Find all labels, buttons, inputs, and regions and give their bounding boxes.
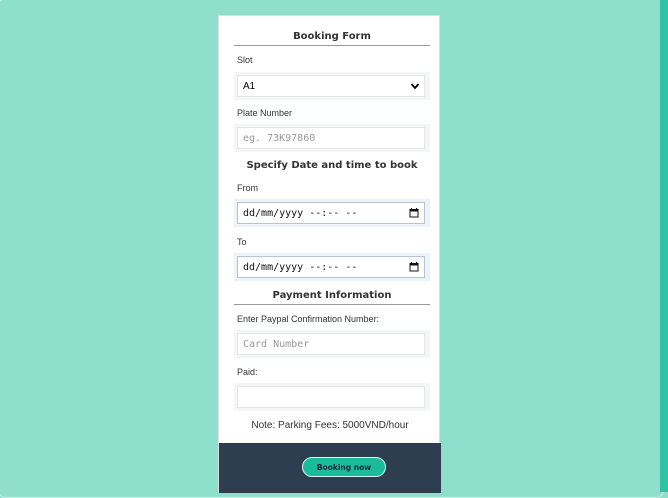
slot-field-container: A1 — [234, 72, 430, 100]
title-divider — [234, 45, 430, 46]
to-label: To — [237, 237, 247, 247]
to-datetime-input[interactable]: dd/mm/yyyy --:-- -- — [237, 256, 425, 278]
booking-form-title: Booking Form — [293, 31, 371, 42]
slot-select[interactable]: A1 — [237, 75, 425, 97]
datetime-title: Specify Date and time to book — [246, 160, 418, 171]
payment-divider — [234, 304, 430, 305]
plate-number-placeholder: eg. 73K97860 — [243, 132, 316, 144]
plate-number-input[interactable]: eg. 73K97860 — [237, 127, 425, 149]
from-datetime-input[interactable]: dd/mm/yyyy --:-- -- — [237, 202, 425, 224]
paypal-confirmation-label: Enter Paypal Confirmation Number: — [237, 314, 380, 324]
slot-selected-value: A1 — [243, 80, 256, 92]
paid-label: Paid: — [237, 367, 258, 377]
paid-field-container — [234, 383, 430, 411]
from-label: From — [237, 183, 258, 193]
paid-input[interactable] — [237, 386, 425, 408]
form-footer: Booking now — [219, 443, 441, 493]
plate-field-container: eg. 73K97860 — [234, 124, 430, 152]
calendar-icon[interactable] — [409, 208, 419, 218]
card-number-input[interactable]: Card Number — [237, 333, 425, 355]
right-edge-strip — [660, 0, 668, 492]
card-number-placeholder: Card Number — [243, 338, 310, 350]
slot-label: Slot — [237, 55, 253, 65]
payment-title: Payment Information — [272, 290, 392, 301]
confirmation-field-container: Card Number — [234, 330, 430, 358]
from-datetime-value: dd/mm/yyyy --:-- -- — [243, 207, 358, 219]
to-datetime-value: dd/mm/yyyy --:-- -- — [243, 261, 358, 273]
booking-form-card: Booking Form Slot A1 Plate Number eg. 73… — [218, 15, 441, 493]
to-field-container: dd/mm/yyyy --:-- -- — [234, 253, 430, 281]
calendar-icon[interactable] — [409, 262, 419, 272]
from-field-container: dd/mm/yyyy --:-- -- — [234, 199, 430, 227]
plate-number-label: Plate Number — [237, 108, 293, 118]
booking-now-button[interactable]: Booking now — [302, 457, 386, 477]
parking-fee-note: Note: Parking Fees: 5000VND/hour — [251, 420, 409, 431]
chevron-down-icon — [410, 83, 420, 90]
